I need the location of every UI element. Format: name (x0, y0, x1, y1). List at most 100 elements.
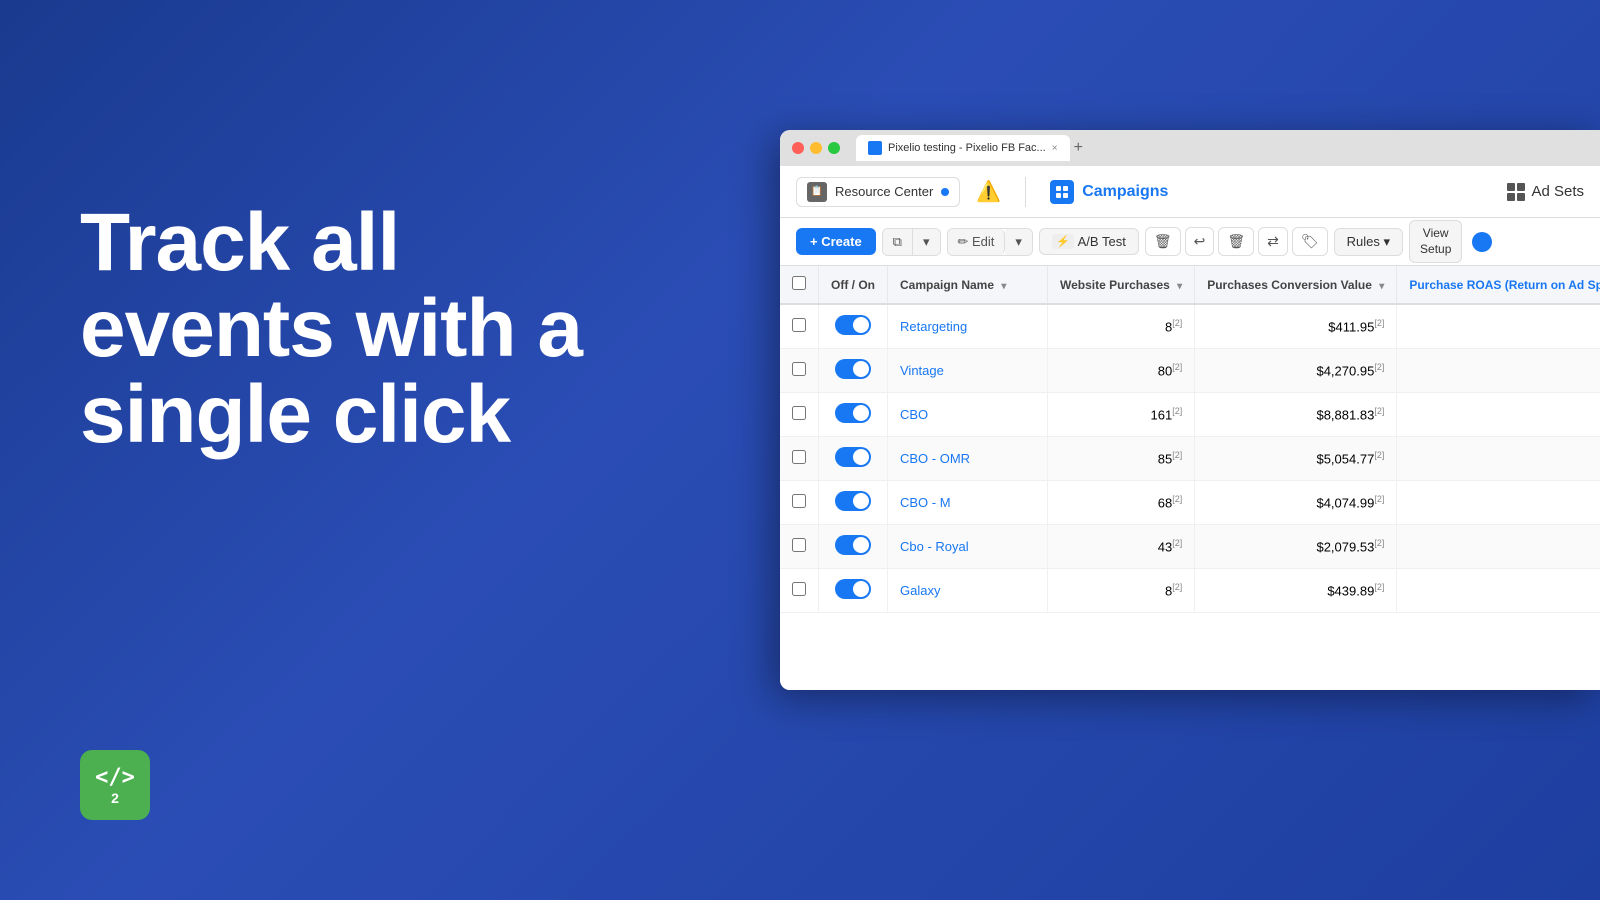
purchases-sup: [2] (1172, 450, 1182, 460)
view-setup-button[interactable]: View Setup (1409, 220, 1462, 263)
campaign-name-cell: Cbo - Royal (888, 525, 1048, 569)
website-purchases-cell: 80[2] (1048, 349, 1195, 393)
row-checkbox-cell (780, 393, 819, 437)
rules-label: Rules ▾ (1347, 234, 1390, 250)
rules-button[interactable]: Rules ▾ (1334, 228, 1403, 256)
new-tab-button[interactable]: + (1074, 139, 1083, 157)
conv-value-cell: $4,270.95[2] (1195, 349, 1397, 393)
row-checkbox[interactable] (792, 538, 806, 552)
conv-value-cell: $411.95[2] (1195, 304, 1397, 349)
campaign-name-cell: CBO (888, 393, 1048, 437)
campaigns-table: Off / On Campaign Name ▾ Website Purchas… (780, 266, 1600, 690)
row-checkbox[interactable] (792, 362, 806, 376)
campaign-name-link[interactable]: Galaxy (900, 583, 940, 598)
create-button[interactable]: + Create (796, 228, 876, 255)
edit-dropdown[interactable]: ▾ (1005, 229, 1032, 255)
conv-value-sup: [2] (1374, 450, 1384, 460)
campaign-name-filter[interactable]: ▾ (1001, 281, 1006, 292)
row-checkbox[interactable] (792, 494, 806, 508)
close-button[interactable] (792, 142, 804, 154)
tag-button[interactable]: 🏷 (1292, 227, 1328, 256)
tab-bar: Pixelio testing - Pixelio FB Fac... × + (856, 135, 1588, 161)
toggle-cell (819, 569, 888, 613)
conv-value-sup: [2] (1374, 494, 1384, 504)
resource-center-icon: 📋 (807, 182, 827, 202)
campaign-name-link[interactable]: Vintage (900, 363, 944, 378)
table-row: Vintage 80[2] $4,270.95[2] 4.27[2] $4,27 (780, 349, 1600, 393)
purchases-sup: [2] (1172, 406, 1182, 416)
campaign-toggle[interactable] (835, 579, 871, 599)
website-purchases-cell: 43[2] (1048, 525, 1195, 569)
adsets-tab[interactable]: Ad Sets (1507, 183, 1584, 201)
campaign-name-header[interactable]: Campaign Name ▾ (888, 266, 1048, 304)
row-checkbox[interactable] (792, 406, 806, 420)
table-row: CBO - OMR 85[2] $5,054.77[2] 3.03[2] $5,… (780, 437, 1600, 481)
campaign-name-cell: Retargeting (888, 304, 1048, 349)
toggle-cell (819, 304, 888, 349)
trash-button[interactable]: 🗑 (1218, 227, 1254, 256)
view-setup-line1: View (1420, 226, 1451, 242)
toggle-cell (819, 349, 888, 393)
resource-center-button[interactable]: 📋 Resource Center (796, 177, 960, 207)
website-purchases-cell: 68[2] (1048, 481, 1195, 525)
website-purchases-filter[interactable]: ▾ (1177, 281, 1182, 292)
edit-button[interactable]: ✏ Edit (948, 229, 1006, 255)
toolbar-actions: 🗑 ↩ 🗑 ⇄ 🏷 (1145, 227, 1328, 256)
website-purchases-cell: 161[2] (1048, 393, 1195, 437)
table-row: Cbo - Royal 43[2] $2,079.53[2] 2.61[2] $… (780, 525, 1600, 569)
campaign-toggle[interactable] (835, 491, 871, 511)
roas-cell: 2.20[2] (1397, 569, 1600, 613)
tab-favicon (868, 141, 882, 155)
row-checkbox[interactable] (792, 450, 806, 464)
move-button[interactable]: ⇄ (1258, 227, 1288, 256)
duplicate-dropdown[interactable]: ▾ (913, 229, 940, 255)
fb-ads-content: 📋 Resource Center ⚠️ Campaigns (780, 166, 1600, 690)
row-checkbox-cell (780, 569, 819, 613)
duplicate-button-group: ⧉ ▾ (882, 228, 941, 256)
website-purchases-header[interactable]: Website Purchases ▾ (1048, 266, 1195, 304)
delete-button[interactable]: 🗑 (1145, 227, 1181, 256)
roas-cell: 2.61[2] (1397, 525, 1600, 569)
purchases-conversion-value-header[interactable]: Purchases Conversion Value ▾ (1195, 266, 1397, 304)
campaign-name-link[interactable]: CBO - OMR (900, 451, 970, 466)
campaign-name-link[interactable]: CBO (900, 407, 928, 422)
browser-tab-active[interactable]: Pixelio testing - Pixelio FB Fac... × (856, 135, 1070, 161)
tab-title: Pixelio testing - Pixelio FB Fac... (888, 142, 1046, 154)
campaign-toggle[interactable] (835, 535, 871, 555)
minimize-button[interactable] (810, 142, 822, 154)
campaign-name-cell: CBO - M (888, 481, 1048, 525)
view-setup-line2: Setup (1420, 242, 1451, 258)
conv-value-sup: [2] (1374, 582, 1384, 592)
purchase-roas-header[interactable]: Purchase ROAS (Return on Ad Spend) ↓ (1397, 266, 1600, 304)
row-checkbox[interactable] (792, 582, 806, 596)
campaign-name-cell: CBO - OMR (888, 437, 1048, 481)
tab-close-icon[interactable]: × (1052, 143, 1058, 154)
logo-code: </> (95, 765, 135, 790)
website-purchases-cell: 85[2] (1048, 437, 1195, 481)
select-all-checkbox[interactable] (792, 276, 806, 290)
maximize-button[interactable] (828, 142, 840, 154)
website-purchases-cell: 8[2] (1048, 569, 1195, 613)
hero-text: Track all events with a single click (80, 200, 680, 458)
ab-test-label: A/B Test (1078, 234, 1126, 249)
campaign-toggle[interactable] (835, 359, 871, 379)
campaign-name-link[interactable]: Cbo - Royal (900, 539, 969, 554)
ab-test-button[interactable]: ⚡ A/B Test (1039, 228, 1139, 255)
campaign-name-link[interactable]: CBO - M (900, 495, 951, 510)
campaign-toggle[interactable] (835, 403, 871, 423)
off-on-header: Off / On (819, 266, 888, 304)
roas-cell: 3.03[2] (1397, 437, 1600, 481)
resource-center-label: Resource Center (835, 184, 933, 199)
traffic-lights (792, 142, 840, 154)
table-row: Retargeting 8[2] $411.95[2] 5.56[2] $41 (780, 304, 1600, 349)
duplicate-button[interactable]: ⧉ (883, 229, 913, 255)
row-checkbox-cell (780, 437, 819, 481)
campaign-toggle[interactable] (835, 447, 871, 467)
undo-button[interactable]: ↩ (1185, 227, 1215, 256)
conv-value-filter[interactable]: ▾ (1379, 281, 1384, 292)
row-checkbox[interactable] (792, 318, 806, 332)
conv-value-sup: [2] (1374, 406, 1384, 416)
campaign-toggle[interactable] (835, 315, 871, 335)
campaigns-tab[interactable]: Campaigns (1050, 180, 1168, 204)
campaign-name-link[interactable]: Retargeting (900, 319, 967, 334)
